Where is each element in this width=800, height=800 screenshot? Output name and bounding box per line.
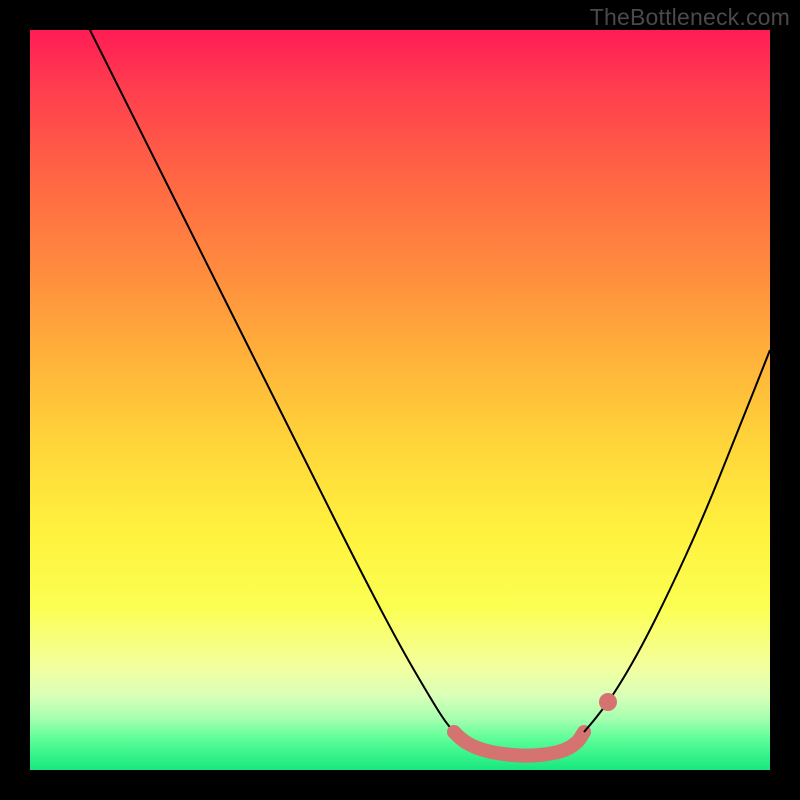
curve-right-branch bbox=[584, 350, 770, 732]
watermark-text: TheBottleneck.com bbox=[590, 4, 790, 31]
chart-frame: TheBottleneck.com bbox=[0, 0, 800, 800]
plot-area bbox=[30, 30, 770, 770]
curve-svg bbox=[30, 30, 770, 770]
valley-highlight bbox=[454, 732, 584, 756]
right-dot-marker bbox=[599, 693, 617, 711]
curve-left-branch bbox=[90, 30, 454, 732]
